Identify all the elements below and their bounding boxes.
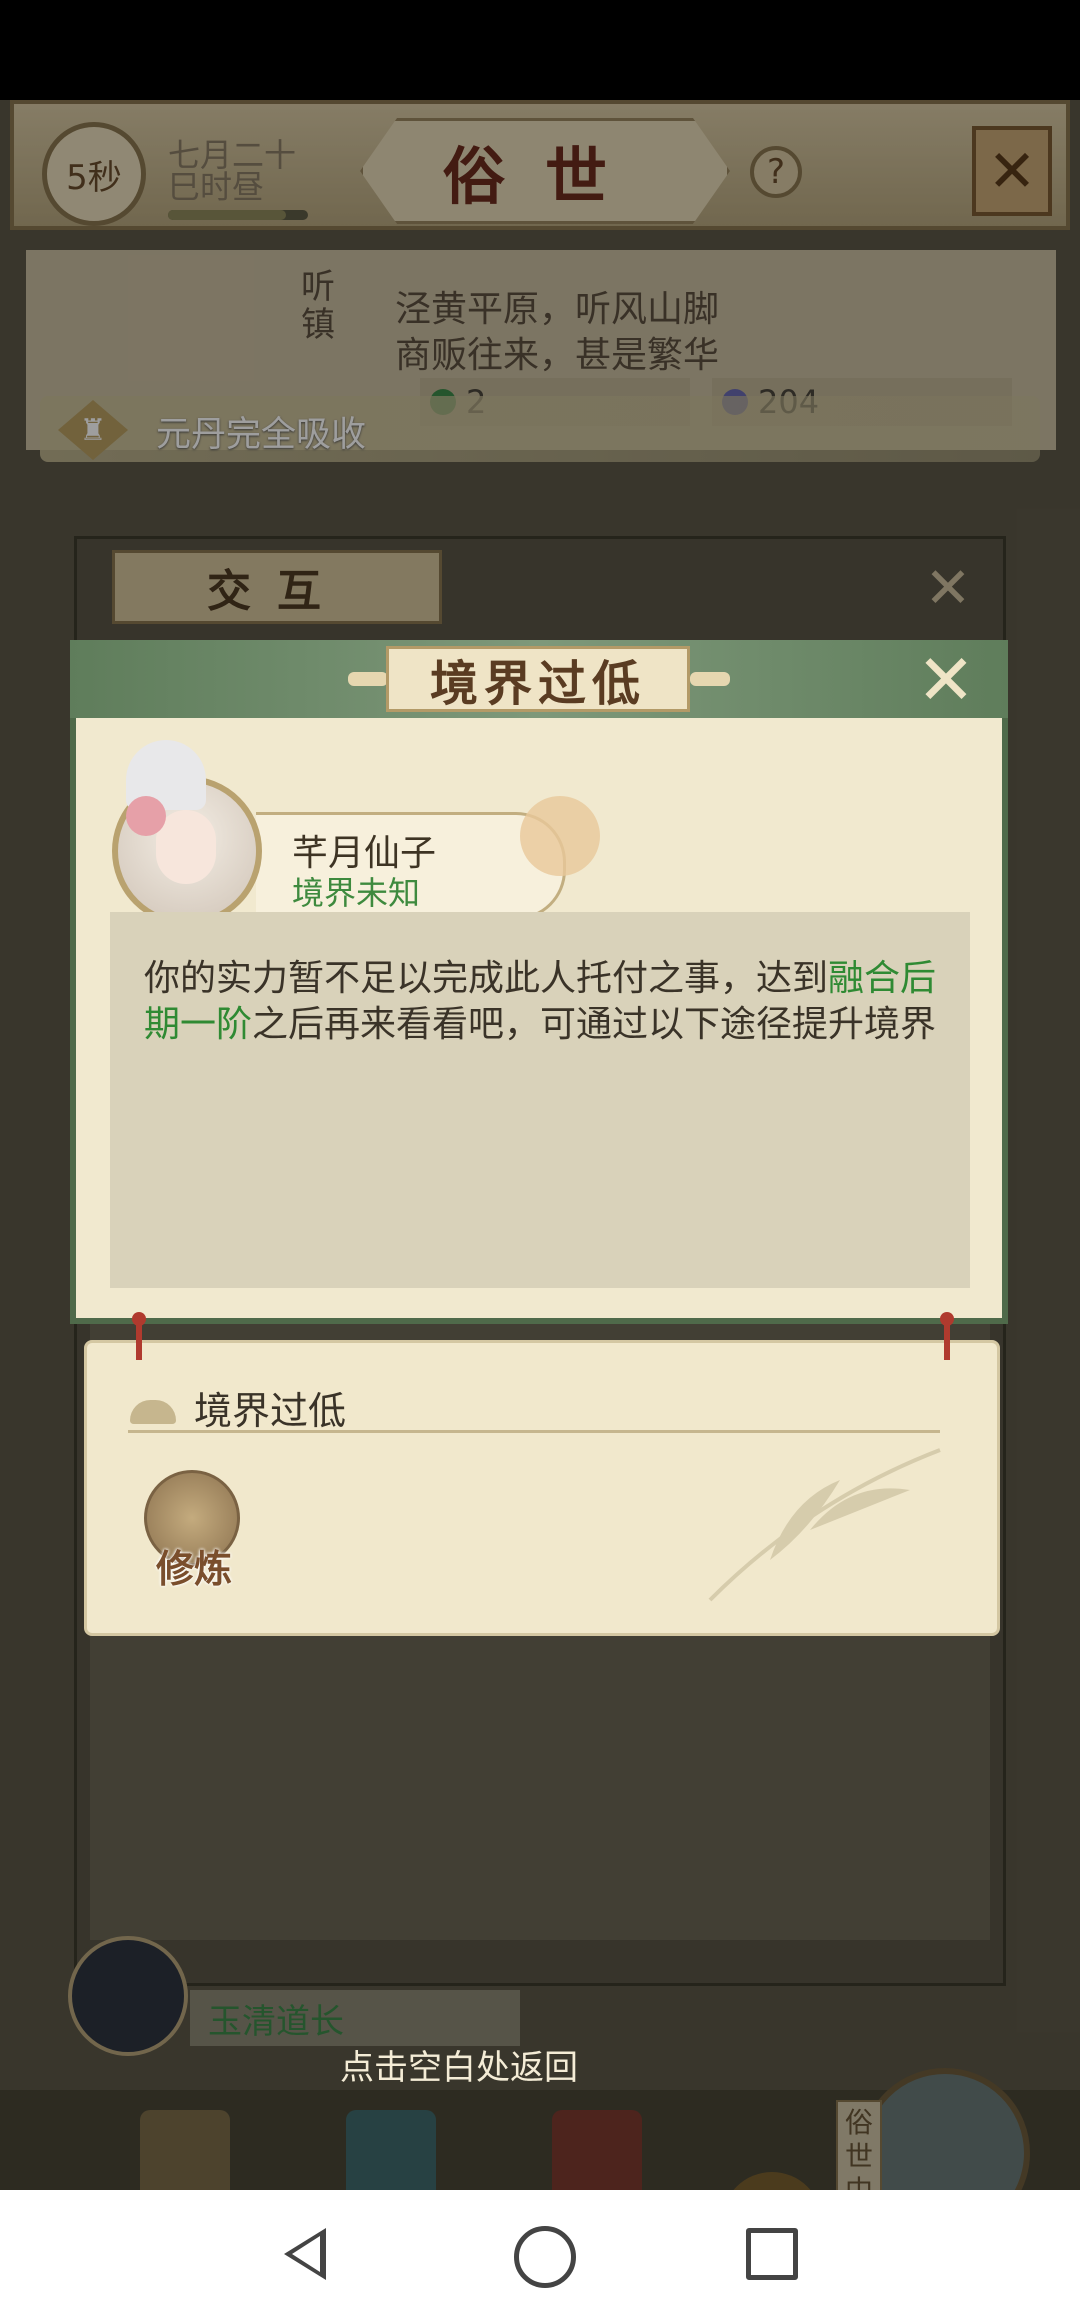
pin-left-head [132, 1312, 146, 1326]
tap-to-return-hint[interactable]: 点击空白处返回 [340, 2040, 578, 2089]
cultivate-label[interactable]: 修炼 [146, 1538, 242, 1593]
flower-icon [126, 796, 166, 836]
close-icon[interactable]: ✕ [906, 639, 986, 721]
dialog-message: 你的实力暂不足以完成此人托付之事，达到融合后期一阶之后再来看看吧，可通过以下途径… [144, 956, 944, 1048]
improvement-title: 境界过低 [194, 1389, 347, 1433]
home-icon[interactable] [514, 2226, 576, 2288]
title-left-ornament [348, 672, 388, 686]
recent-apps-icon[interactable] [746, 2228, 798, 2280]
title-right-ornament [690, 672, 730, 686]
pin-right-head [940, 1312, 954, 1326]
divider [128, 1430, 940, 1433]
message-text-2: 之后再来看看吧，可通过以下途径提升境界 [252, 1004, 937, 1045]
character-realm: 境界未知 [292, 874, 421, 912]
message-text-1: 你的实力暂不足以完成此人托付之事，达到 [144, 958, 829, 999]
bamboo-decoration [690, 1440, 950, 1610]
back-icon-inner [292, 2236, 320, 2272]
fan-decoration-icon [520, 796, 600, 876]
dialog-title: 境界过低 [386, 646, 690, 712]
